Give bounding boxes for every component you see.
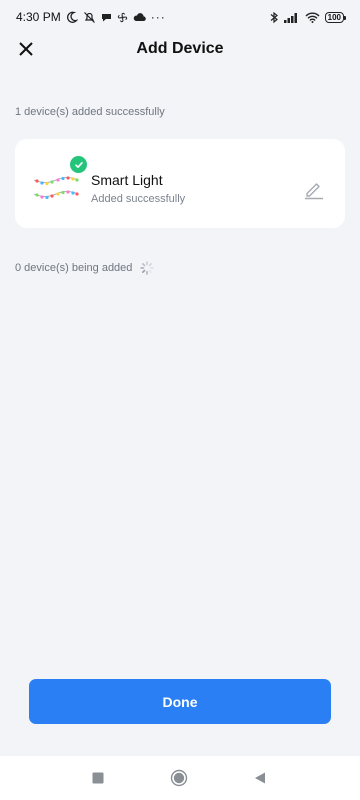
back-icon	[255, 772, 265, 784]
check-icon	[74, 161, 83, 168]
page-title: Add Device	[136, 40, 224, 57]
status-time: 4:30 PM	[16, 10, 61, 24]
chat-icon	[101, 13, 111, 21]
added-section-label: 1 device(s) added successfully	[15, 106, 165, 118]
status-bar: 4:30 PM ··· 100	[0, 0, 360, 34]
recent-apps-icon	[92, 772, 104, 784]
status-left: 4:30 PM ···	[16, 10, 166, 24]
status-right: 100	[270, 11, 347, 24]
more-dots-icon: ···	[150, 10, 166, 24]
device-name: Smart Light	[91, 172, 163, 188]
wifi-icon	[305, 12, 320, 23]
signal-icon	[283, 12, 297, 23]
added-count-text: 1 device(s) added successfully	[15, 106, 165, 118]
fan-icon	[117, 12, 127, 22]
device-card[interactable]: Smart Light Added successfully	[15, 139, 345, 228]
recent-apps-button[interactable]	[88, 768, 108, 788]
done-button[interactable]: Done	[29, 679, 331, 724]
pending-count-text: 0 device(s) being added	[15, 262, 133, 274]
notification-off-icon	[83, 11, 95, 23]
home-icon	[170, 769, 188, 787]
edit-pencil-icon	[305, 183, 323, 200]
string-lights-icon	[33, 176, 79, 200]
battery-icon: 100	[324, 11, 347, 23]
pending-section-label: 0 device(s) being added	[15, 261, 155, 275]
close-button[interactable]	[14, 37, 38, 61]
loading-spinner-icon	[140, 261, 155, 275]
home-button[interactable]	[169, 768, 189, 788]
cloud-icon	[133, 12, 146, 21]
system-nav-bar	[0, 756, 360, 800]
device-status: Added successfully	[91, 193, 186, 205]
top-app-bar: Add Device	[0, 34, 360, 64]
bluetooth-icon	[270, 11, 278, 23]
moon-icon	[66, 11, 78, 23]
edit-device-button[interactable]	[302, 177, 326, 201]
back-button[interactable]	[250, 768, 270, 788]
close-icon	[19, 42, 33, 56]
success-badge	[70, 156, 87, 173]
